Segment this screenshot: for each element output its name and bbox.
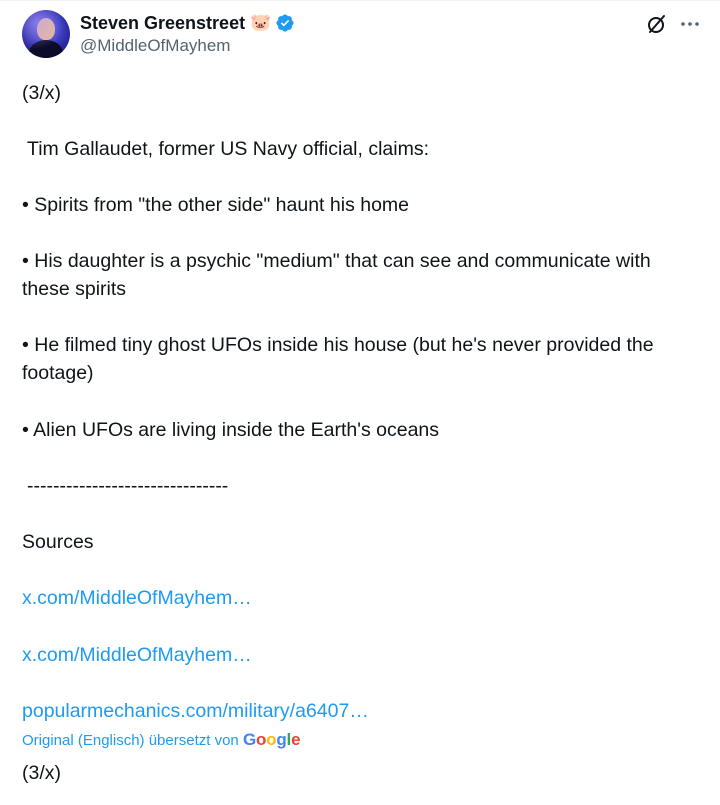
part-marker-end: (3/x): [22, 762, 61, 784]
grok-icon[interactable]: [645, 12, 669, 36]
author-name-row: Steven Greenstreet 🐷: [80, 12, 295, 34]
top-divider: [0, 0, 720, 1]
translation-note[interactable]: Original (Englisch) übersetzt von Google: [22, 730, 301, 750]
source-link-1[interactable]: x.com/MiddleOfMayhem…: [22, 585, 252, 611]
display-name[interactable]: Steven Greenstreet: [80, 12, 245, 34]
google-letter: o: [266, 730, 277, 749]
tweet: Steven Greenstreet 🐷 @MiddleOfMayhem (3/…: [0, 0, 720, 805]
bullet-2-line-1: • His daughter is a psychic "medium" tha…: [22, 250, 651, 272]
part-marker: (3/x): [22, 82, 61, 104]
bullet-2-line-2: these spirits: [22, 278, 127, 300]
bullet-4: • Alien UFOs are living inside the Earth…: [22, 419, 440, 441]
google-letter: e: [291, 730, 301, 749]
bullet-3-line-2: footage): [22, 362, 94, 384]
source-link-3[interactable]: popularmechanics.com/military/a6407…: [22, 698, 369, 724]
avatar[interactable]: [22, 10, 70, 58]
bullet-1: • Spirits from "the other side" haunt hi…: [22, 194, 410, 216]
google-letter: g: [276, 730, 287, 749]
sources-label: Sources: [22, 531, 94, 553]
bullet-3-line-1: • He filmed tiny ghost UFOs inside his h…: [22, 334, 654, 356]
dash-divider: -------------------------------: [27, 475, 229, 497]
google-letter: G: [242, 730, 256, 749]
google-logo: Google: [242, 730, 301, 749]
verified-badge-icon[interactable]: [275, 13, 295, 33]
pig-emoji: 🐷: [250, 13, 272, 32]
google-letter: o: [255, 730, 267, 749]
author-handle[interactable]: @MiddleOfMayhem: [80, 36, 230, 56]
source-link-2[interactable]: x.com/MiddleOfMayhem…: [22, 642, 252, 668]
avatar-glow: [22, 10, 70, 58]
more-options-icon[interactable]: [678, 12, 702, 36]
intro-text: Tim Gallaudet, former US Navy official, …: [27, 138, 430, 160]
translation-label: Original (Englisch) übersetzt von: [22, 732, 239, 749]
